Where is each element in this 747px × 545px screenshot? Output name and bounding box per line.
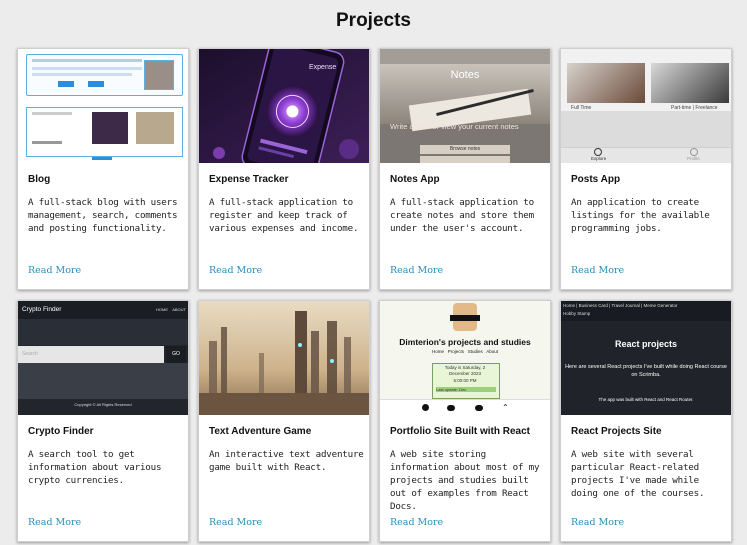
chevrons-up-icon: ⌃: [502, 403, 509, 412]
text-adventure-thumbnail[interactable]: [199, 301, 369, 415]
crypto-nav: HOME ABOUT: [156, 307, 187, 312]
expense-tracker-thumbnail[interactable]: Expense: [199, 49, 369, 163]
card-title: Expense Tracker: [209, 174, 289, 185]
project-card-text-adventure-game: Text Adventure Game An interactive text …: [198, 300, 370, 542]
card-description: A search tool to get information about v…: [28, 449, 162, 486]
user-icon: [690, 148, 698, 156]
read-more-link[interactable]: Read More: [571, 517, 624, 528]
read-more-link[interactable]: Read More: [571, 265, 624, 276]
posts-nav-left: Explore: [591, 156, 607, 161]
project-card-expense-tracker: Expense Expense Tracker A full-stack app…: [198, 48, 370, 290]
crypto-footer: Copyright © All Rights Reserved: [74, 402, 132, 407]
card-title: Text Adventure Game: [209, 426, 312, 437]
medium-icon: [475, 405, 483, 411]
card-description: A full-stack application to register and…: [209, 197, 359, 234]
project-card-portfolio-site: Dimterion's projects and studies Home Pr…: [379, 300, 551, 542]
card-description: An interactive text adventure game built…: [209, 449, 364, 473]
react-subtext: Here are several React projects I've bui…: [565, 364, 727, 378]
project-card-crypto-finder: Crypto Finder HOME ABOUT Search GO Copyr…: [17, 300, 189, 542]
crypto-finder-thumbnail[interactable]: Crypto Finder HOME ABOUT Search GO Copyr…: [18, 301, 188, 415]
portfolio-date-2: December 2023: [448, 371, 482, 376]
phone-illustration: Expense: [199, 49, 369, 163]
card-title: Posts App: [571, 174, 621, 185]
react-topnav-2: Hobby Stamp: [563, 311, 591, 316]
card-description: A full-stack application to create notes…: [390, 197, 534, 234]
react-topnav: Home | Business Card | Travel Journal | …: [563, 303, 678, 308]
portfolio-time: 5:00:00 PM: [453, 378, 477, 383]
react-projects-thumbnail[interactable]: Home | Business Card | Travel Journal | …: [561, 301, 731, 415]
card-description: A web site with several particular React…: [571, 449, 705, 499]
project-card-notes-app: Notes Write a note or view your current …: [379, 48, 551, 290]
browse-notes-button: Browse notes: [420, 145, 510, 154]
portfolio-thumbnail[interactable]: Dimterion's projects and studies Home Pr…: [380, 301, 550, 415]
portfolio-note: Last update: Dec: [436, 387, 496, 392]
card-title: React Projects Site: [571, 426, 662, 437]
blog-thumbnail[interactable]: [18, 49, 188, 163]
card-title: Blog: [28, 174, 51, 185]
read-more-link[interactable]: Read More: [209, 265, 262, 276]
project-card-react-projects-site: Home | Business Card | Travel Journal | …: [560, 300, 732, 542]
expense-heading: Expense: [309, 64, 336, 71]
read-more-link[interactable]: Read More: [28, 517, 81, 528]
project-card-blog: Blog A full-stack blog with users manage…: [17, 48, 189, 290]
compass-icon: [594, 148, 602, 156]
posts-nav-right: Profile: [687, 156, 700, 161]
portfolio-heading: Dimterion's projects and studies: [399, 337, 531, 347]
card-description: An application to create listings for th…: [571, 197, 710, 234]
notes-subheading: Write a note or view your current notes: [390, 122, 519, 131]
read-more-link[interactable]: Read More: [390, 517, 443, 528]
crypto-search-input: Search: [18, 346, 164, 363]
card-title: Notes App: [390, 174, 440, 185]
card-description: A full-stack blog with users management,…: [28, 197, 178, 234]
card-description: A web site storing information about mos…: [390, 449, 540, 512]
project-card-posts-app: Full Time Part-time | Freelance Explore …: [560, 48, 732, 290]
page-title: Projects: [336, 10, 411, 31]
card-title: Crypto Finder: [28, 426, 94, 437]
read-more-link[interactable]: Read More: [209, 517, 262, 528]
github-icon: [422, 404, 429, 411]
read-more-link[interactable]: Read More: [390, 265, 443, 276]
react-heading: React projects: [614, 339, 678, 349]
crypto-brand: Crypto Finder: [22, 306, 62, 313]
portfolio-nav: Home Projects Studies About: [431, 349, 499, 354]
notes-heading: Notes: [450, 69, 480, 81]
crypto-go-button: GO: [166, 346, 186, 363]
react-foot: The app was built with React and React R…: [598, 397, 694, 402]
portfolio-date-1: Today is Saturday, 2: [444, 365, 486, 370]
read-more-link[interactable]: Read More: [28, 265, 81, 276]
posts-app-thumbnail[interactable]: Full Time Part-time | Freelance Explore …: [561, 49, 731, 163]
notes-app-thumbnail[interactable]: Notes Write a note or view your current …: [380, 49, 550, 163]
card-title: Portfolio Site Built with React: [390, 426, 531, 437]
fantasy-city-illustration: [199, 301, 369, 415]
twitter-icon: [447, 405, 455, 411]
